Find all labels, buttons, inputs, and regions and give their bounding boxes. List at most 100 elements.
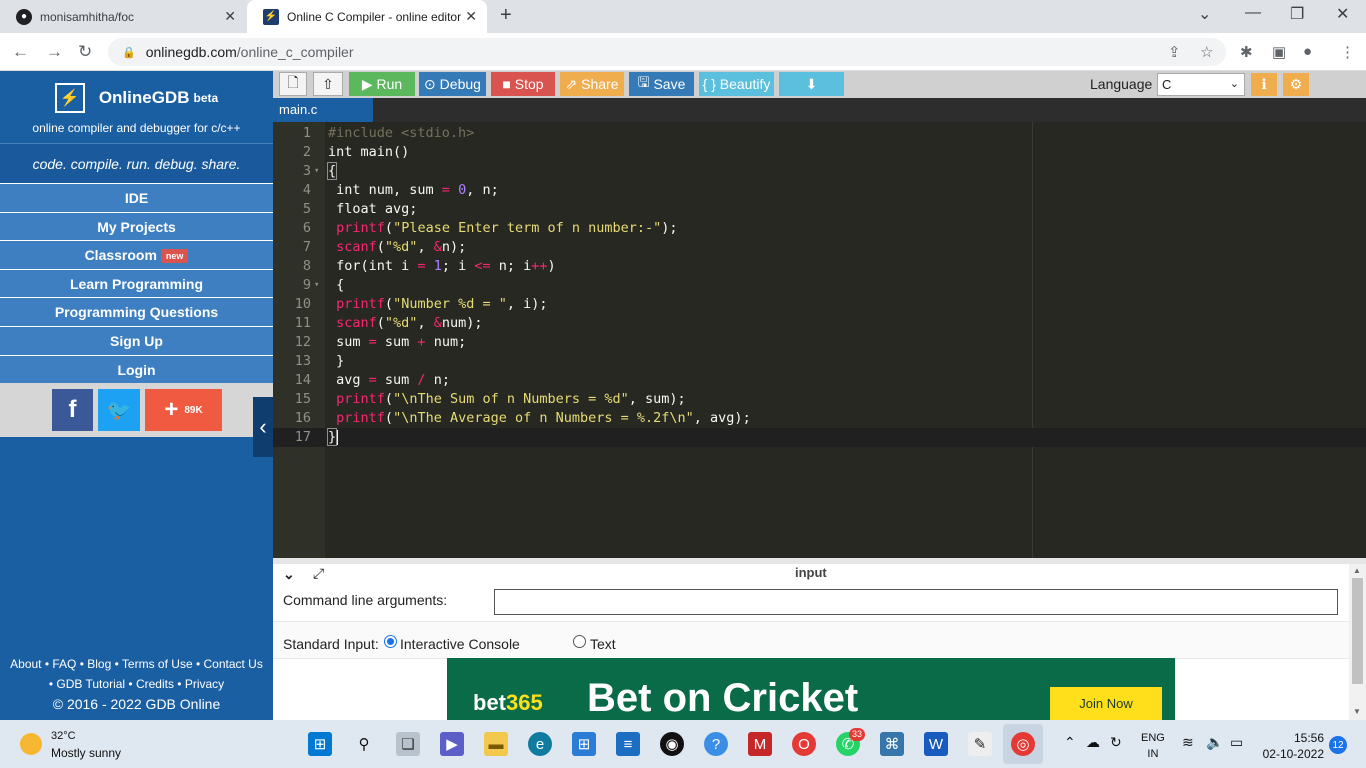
code-line[interactable]: 10 printf("Number %d = ", i); — [273, 295, 1366, 314]
code-line[interactable]: 4 int num, sum = 0, n; — [273, 181, 1366, 200]
code-line[interactable]: 11 scanf("%d", &num); — [273, 314, 1366, 333]
code-line[interactable]: 14 avg = sum / n; — [273, 371, 1366, 390]
code-line[interactable]: 8 for(int i = 1; i <= n; i++) — [273, 257, 1366, 276]
search-icon[interactable]: ⚲ — [352, 732, 376, 756]
facebook-share-button[interactable]: f — [52, 389, 93, 432]
scroll-down-icon[interactable]: ▼ — [1353, 707, 1361, 716]
code-line[interactable]: 12 sum = sum + num; — [273, 333, 1366, 352]
sidebar-item-learn-programming[interactable]: Learn Programming — [0, 268, 273, 298]
battery-icon[interactable]: ▭ — [1230, 734, 1243, 751]
beautify-button[interactable]: { } Beautify — [699, 72, 774, 96]
new-file-button[interactable]: 🗋 — [279, 72, 307, 96]
side-panel-icon[interactable]: ▣ — [1272, 43, 1286, 61]
close-tab-icon[interactable]: ✕ — [465, 8, 477, 25]
start-windows-icon[interactable]: ⊞ — [308, 732, 332, 756]
browser-tab-onlinegdb[interactable]: ⚡ Online C Compiler - online editor ✕ — [247, 0, 487, 33]
share-button[interactable]: ⇗ Share — [560, 72, 624, 96]
reload-icon[interactable]: ↻ — [78, 42, 92, 62]
word-icon[interactable]: W — [924, 732, 948, 756]
sidebar-item-my-projects[interactable]: My Projects — [0, 211, 273, 241]
scrollbar-thumb[interactable] — [1352, 578, 1363, 684]
browser-menu-icon[interactable]: ⋮ — [1340, 43, 1355, 61]
weather-temperature[interactable]: 32°C — [51, 730, 76, 742]
weather-sun-icon[interactable] — [20, 733, 42, 755]
show-hidden-icons[interactable]: ⌃ — [1064, 734, 1076, 751]
sync-icon[interactable]: ↻ — [1110, 734, 1122, 751]
back-icon[interactable]: ← — [12, 42, 29, 62]
chrome-icon[interactable]: ◎ — [1011, 732, 1035, 756]
sidebar-item-ide[interactable]: IDE — [0, 183, 273, 212]
ad-join-button[interactable]: Join Now — [1050, 687, 1162, 720]
run-button[interactable]: ▶ Run — [349, 72, 415, 96]
forward-icon[interactable]: → — [46, 42, 63, 62]
bookmark-star-icon[interactable]: ☆ — [1200, 43, 1213, 61]
panel-scrollbar[interactable]: ▲ ▼ — [1349, 564, 1366, 720]
close-window-icon[interactable]: ✕ — [1336, 4, 1349, 24]
profile-avatar-icon[interactable]: ● — [1303, 43, 1312, 60]
weather-condition[interactable]: Mostly sunny — [51, 746, 121, 760]
sidebar-item-programming-questions[interactable]: Programming Questions — [0, 297, 273, 326]
fold-arrow-icon[interactable]: ▾ — [314, 162, 319, 181]
expand-icon[interactable]: ⤢ — [313, 565, 324, 582]
onedrive-icon[interactable]: ☁ — [1086, 734, 1100, 751]
sidebar-item-classroom[interactable]: Classroom new — [0, 240, 273, 269]
sidebar-item-sign-up[interactable]: Sign Up — [0, 325, 273, 355]
interactive-console-label[interactable]: Interactive Console — [400, 636, 520, 652]
help-icon[interactable]: ? — [704, 732, 728, 756]
close-tab-icon[interactable]: ✕ — [224, 8, 236, 25]
wifi-icon[interactable]: ≋ — [1182, 734, 1194, 751]
browser-tab-github[interactable]: ● monisamhitha/foc ✕ — [0, 0, 246, 33]
interactive-console-radio[interactable] — [384, 635, 397, 648]
code-line[interactable]: 17} — [273, 428, 1366, 447]
url-input[interactable]: 🔒 onlinegdb.com/online_c_compiler — [108, 38, 1226, 66]
system-clock[interactable]: 15:56 02-10-2022 — [1258, 730, 1324, 762]
teams-chat-icon[interactable]: ▶ — [440, 732, 464, 756]
scroll-up-icon[interactable]: ▲ — [1353, 566, 1361, 575]
microsoft-store-icon[interactable]: ⊞ — [572, 732, 596, 756]
more-share-button[interactable]: +89K — [145, 389, 222, 432]
upload-file-button[interactable]: ⇧ — [313, 72, 343, 96]
text-label[interactable]: Text — [590, 636, 616, 652]
task-view-icon[interactable]: ❏ — [396, 732, 420, 756]
settings-button[interactable]: ⚙ — [1283, 73, 1309, 96]
twitter-share-button[interactable]: 🐦 — [98, 389, 140, 432]
language-indicator[interactable]: ENG IN — [1141, 730, 1165, 762]
code-line[interactable]: 6 printf("Please Enter term of n number:… — [273, 219, 1366, 238]
code-line[interactable]: 15 printf("\nThe Sum of n Numbers = %d",… — [273, 390, 1366, 409]
restore-icon[interactable]: ❐ — [1290, 4, 1304, 24]
file-explorer-icon[interactable]: ▬ — [484, 732, 508, 756]
share-page-icon[interactable]: ⇪ — [1168, 43, 1181, 61]
footer-links-line2[interactable]: • GDB Tutorial • Credits • Privacy — [4, 674, 269, 694]
paint-icon[interactable]: ✎ — [968, 732, 992, 756]
language-select[interactable]: C ⌄ — [1157, 73, 1245, 96]
edge-browser-icon[interactable]: e — [528, 732, 552, 756]
new-tab-button[interactable]: + — [500, 4, 512, 27]
notification-badge[interactable]: 12 — [1329, 736, 1347, 754]
code-line[interactable]: 5 float avg; — [273, 200, 1366, 219]
code-line[interactable]: 13 } — [273, 352, 1366, 371]
file-tab-main-c[interactable]: main.c — [273, 98, 373, 122]
debug-button[interactable]: ⊙ Debug — [419, 72, 486, 96]
code-line[interactable]: 9 ▾ { — [273, 276, 1366, 295]
code-line[interactable]: 2 int main() — [273, 143, 1366, 162]
minimize-icon[interactable]: — — [1245, 4, 1261, 22]
chevron-down-icon[interactable]: ⌄ — [283, 566, 295, 583]
logo[interactable]: ⚡ OnlineGDB beta online compiler and deb… — [0, 71, 273, 143]
advertisement-banner[interactable]: bet365 Bet on Cricket Join Now — [447, 658, 1175, 720]
code-editor[interactable]: 1 #include <stdio.h> 2 int main() 3 ▾{4 int n… — [273, 122, 1366, 558]
code-line[interactable]: 7 scanf("%d", &n); — [273, 238, 1366, 257]
code-line[interactable]: 3 ▾ { — [273, 162, 1366, 181]
extensions-icon[interactable]: ✱ — [1240, 43, 1253, 61]
text-radio[interactable] — [573, 635, 586, 648]
footer-links-line1[interactable]: About • FAQ • Blog • Terms of Use • Cont… — [4, 654, 269, 674]
info-button[interactable]: ℹ — [1251, 73, 1277, 96]
code-line[interactable]: 16 printf("\nThe Average of n Numbers = … — [273, 409, 1366, 428]
fold-arrow-icon[interactable]: ▾ — [314, 276, 319, 295]
stop-button[interactable]: ■ Stop — [491, 72, 555, 96]
save-button[interactable]: 🖫 Save — [629, 72, 694, 96]
collapse-sidebar-button[interactable]: ‹ — [253, 397, 273, 457]
sidebar-item-login[interactable]: Login — [0, 354, 273, 384]
volume-icon[interactable]: 🔈 — [1206, 734, 1223, 751]
python-icon[interactable]: ⌘ — [880, 732, 904, 756]
opera-icon[interactable]: O — [792, 732, 816, 756]
